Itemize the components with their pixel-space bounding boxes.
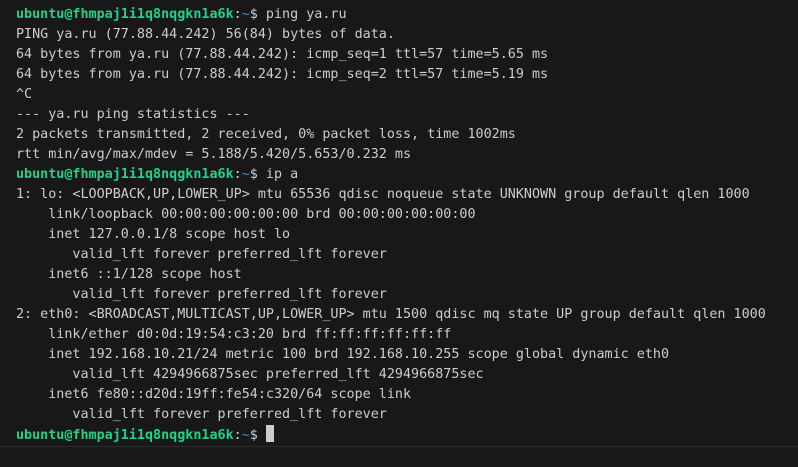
output-line: link/ether d0:0d:19:54:c3:20 brd ff:ff:f…: [16, 327, 452, 342]
prompt-user-host: ubuntu@fhmpaj1i1q8nqgkn1a6k: [16, 167, 234, 182]
prompt-path: ~: [241, 167, 250, 182]
output-line: PING ya.ru (77.88.44.242) 56(84) bytes o…: [16, 27, 395, 42]
output-line: valid_lft forever preferred_lft forever: [16, 287, 387, 302]
prompt-line-ip: ubuntu@fhmpaj1i1q8nqgkn1a6k:~$ ip a: [16, 165, 798, 185]
output-line: rtt min/avg/max/mdev = 5.188/5.420/5.653…: [16, 147, 412, 162]
prompt-symbol: $: [249, 428, 258, 443]
command-text: ip a: [257, 167, 299, 182]
terminal-cursor[interactable]: [265, 425, 274, 442]
output-line: 64 bytes from ya.ru (77.88.44.242): icmp…: [16, 47, 549, 62]
output-line: inet 192.168.10.21/24 metric 100 brd 192…: [16, 347, 670, 362]
output-line: link/loopback 00:00:00:00:00:00 brd 00:0…: [16, 207, 476, 222]
output-line: 1: lo: <LOOPBACK,UP,LOWER_UP> mtu 65536 …: [16, 187, 750, 202]
output-line: 2: eth0: <BROADCAST,MULTICAST,UP,LOWER_U…: [16, 307, 766, 322]
output-line: valid_lft forever preferred_lft forever: [16, 407, 387, 422]
output-line: 64 bytes from ya.ru (77.88.44.242): icmp…: [16, 67, 549, 82]
prompt-colon: :: [233, 428, 242, 443]
prompt-colon: :: [233, 167, 242, 182]
command-text: ping ya.ru: [257, 7, 347, 22]
prompt-symbol: $: [249, 7, 258, 22]
output-line: inet6 fe80::d20d:19ff:fe54:c320/64 scope…: [16, 387, 412, 402]
output-line: inet6 ::1/128 scope host: [16, 267, 242, 282]
output-line: valid_lft forever preferred_lft forever: [16, 247, 387, 262]
terminal-output[interactable]: ubuntu@fhmpaj1i1q8nqgkn1a6k:~$ ping ya.r…: [0, 0, 798, 446]
prompt-line-current: ubuntu@fhmpaj1i1q8nqgkn1a6k:~$: [16, 425, 798, 445]
prompt-user-host: ubuntu@fhmpaj1i1q8nqgkn1a6k: [16, 428, 234, 443]
output-line: inet 127.0.0.1/8 scope host lo: [16, 227, 291, 242]
prompt-path: ~: [241, 7, 250, 22]
output-line: ^C: [16, 87, 33, 102]
output-line: --- ya.ru ping statistics ---: [16, 107, 250, 122]
bottom-bar: [0, 447, 798, 467]
prompt-colon: :: [233, 7, 242, 22]
output-line: valid_lft 4294966875sec preferred_lft 42…: [16, 367, 484, 382]
prompt-path: ~: [241, 428, 250, 443]
prompt-line-ping: ubuntu@fhmpaj1i1q8nqgkn1a6k:~$ ping ya.r…: [16, 5, 798, 25]
prompt-symbol: $: [249, 167, 258, 182]
prompt-user-host: ubuntu@fhmpaj1i1q8nqgkn1a6k: [16, 7, 234, 22]
output-line: 2 packets transmitted, 2 received, 0% pa…: [16, 127, 516, 142]
